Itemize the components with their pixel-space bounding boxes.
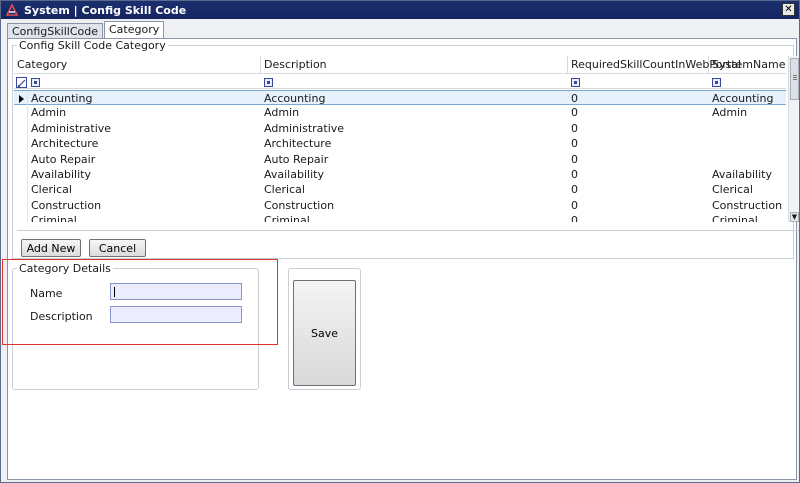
filter-required-skill-count-icon[interactable] — [571, 78, 580, 87]
table-cell: Architecture — [264, 137, 332, 151]
table-cell: 0 — [571, 183, 578, 197]
table-cell: Availability — [712, 168, 772, 181]
table-row[interactable]: Architecture Architecture 0 — [14, 136, 786, 152]
window-title: System | Config Skill Code — [24, 3, 187, 17]
table-row[interactable]: Admin Admin 0 Admin — [14, 105, 786, 121]
table-cell: Construction — [31, 198, 102, 212]
column-header-system-name[interactable]: SystemName — [709, 56, 786, 74]
table-cell: 0 — [571, 137, 578, 151]
column-header-required-skill-count[interactable]: RequiredSkillCountInWebPortal — [568, 56, 741, 74]
row-selector[interactable] — [14, 167, 28, 182]
config-skill-code-window: System | Config Skill Code ✕ ConfigSkill… — [0, 0, 800, 483]
row-selector[interactable] — [14, 136, 28, 152]
table-cell: Admin — [31, 106, 67, 120]
scroll-thumb[interactable] — [790, 58, 799, 100]
scroll-down-icon[interactable]: ▼ — [790, 212, 799, 222]
table-cell: Availability — [31, 168, 91, 181]
table-cell: Architecture — [31, 137, 99, 151]
app-icon — [5, 3, 19, 17]
table-row[interactable]: Administrative Administrative 0 — [14, 120, 786, 136]
column-header-category[interactable]: Category — [14, 56, 261, 74]
tab-configskillcode[interactable]: ConfigSkillCode — [7, 23, 103, 39]
table-cell: Clerical — [264, 183, 305, 197]
table-cell: Criminal — [712, 214, 758, 222]
category-grid: Category Description RequiredSkillCountI… — [14, 56, 786, 222]
table-cell: Criminal — [31, 214, 77, 222]
table-cell: Accounting — [264, 92, 326, 105]
group-legend: Config Skill Code Category — [17, 39, 168, 52]
grid-scrollbar[interactable]: ▼ — [788, 56, 799, 222]
table-row[interactable]: Clerical Clerical 0 Clerical — [14, 182, 786, 198]
table-row[interactable]: Construction Construction 0 Construction — [14, 197, 786, 213]
filter-category-icon[interactable] — [31, 78, 40, 87]
table-row[interactable]: Availability Availability 0 Availability — [14, 167, 786, 182]
table-cell: Construction — [712, 198, 783, 212]
filter-system-name-icon[interactable] — [712, 78, 721, 87]
row-selector[interactable] — [14, 182, 28, 198]
table-cell: Construction — [264, 198, 335, 212]
title-bar: System | Config Skill Code ✕ — [1, 1, 799, 19]
table-cell: Admin — [712, 106, 748, 120]
current-row-arrow-icon — [19, 95, 24, 103]
row-selector[interactable] — [14, 91, 28, 106]
grid-header: Category Description RequiredSkillCountI… — [14, 56, 786, 74]
row-selector[interactable] — [14, 213, 28, 222]
table-row[interactable]: Auto Repair Auto Repair 0 — [14, 151, 786, 167]
table-cell: 0 — [571, 121, 578, 135]
row-selector[interactable] — [14, 105, 28, 121]
filter-edit-icon[interactable] — [16, 77, 27, 88]
filter-row — [14, 75, 786, 89]
table-cell: 0 — [571, 198, 578, 212]
table-cell: 0 — [571, 152, 578, 166]
row-selector[interactable] — [14, 151, 28, 167]
tab-strip: ConfigSkillCode Category — [7, 21, 165, 39]
table-cell: 0 — [571, 214, 578, 222]
config-skill-code-category-group: Config Skill Code Category Category Desc… — [12, 39, 799, 259]
close-button[interactable]: ✕ — [782, 3, 795, 16]
column-header-description[interactable]: Description — [261, 56, 568, 74]
table-cell: Administrative — [31, 121, 112, 135]
table-cell: Clerical — [712, 183, 753, 197]
table-cell: Admin — [264, 106, 300, 120]
table-cell: Accounting — [712, 92, 774, 105]
filter-description-icon[interactable] — [264, 78, 273, 87]
table-row[interactable]: Accounting Accounting 0 Accounting — [14, 90, 786, 106]
table-cell: Auto Repair — [264, 152, 329, 166]
table-cell: 0 — [571, 106, 578, 120]
table-cell: Auto Repair — [31, 152, 96, 166]
table-cell: Administrative — [264, 121, 345, 135]
save-button[interactable]: Save — [293, 280, 356, 386]
highlight-annotation — [2, 259, 278, 345]
table-cell: Availability — [264, 168, 324, 181]
add-new-button[interactable]: Add New — [21, 239, 81, 257]
cancel-button[interactable]: Cancel — [89, 239, 146, 257]
table-cell: Clerical — [31, 183, 72, 197]
table-cell: 0 — [571, 168, 578, 181]
table-cell: 0 — [571, 92, 578, 105]
tab-category[interactable]: Category — [103, 21, 165, 39]
table-cell: Criminal — [264, 214, 310, 222]
table-row[interactable]: Criminal Criminal 0 Criminal — [14, 213, 786, 222]
save-panel: Save — [288, 268, 361, 390]
table-cell: Accounting — [31, 92, 93, 105]
row-selector[interactable] — [14, 197, 28, 213]
row-selector[interactable] — [14, 120, 28, 136]
